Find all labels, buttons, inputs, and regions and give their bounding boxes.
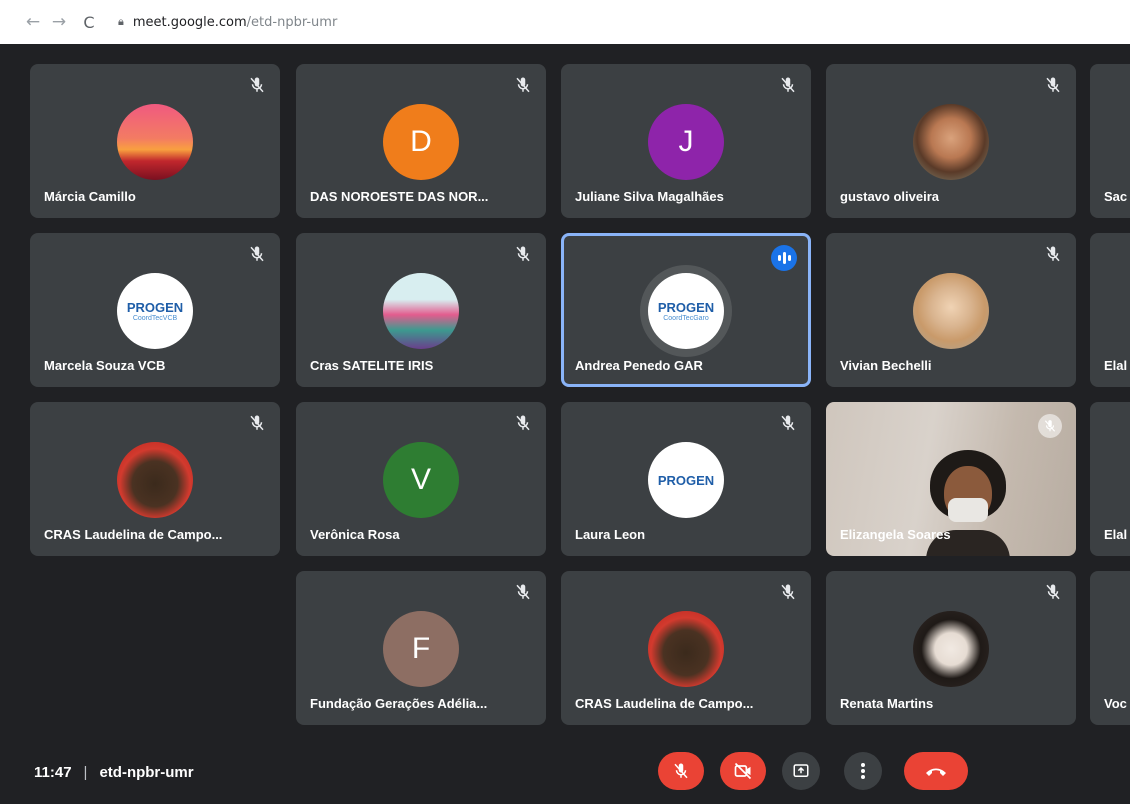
progen-logo: PROGEN bbox=[657, 300, 715, 315]
avatar: J bbox=[648, 104, 724, 180]
participant-tile[interactable]: gustavo oliveira bbox=[826, 64, 1076, 218]
avatar: PROGEN CoordTecGaro bbox=[648, 273, 724, 349]
avatar bbox=[913, 104, 989, 180]
participant-tile[interactable]: Márcia Camillo bbox=[30, 64, 280, 218]
progen-logo: PROGEN bbox=[657, 472, 715, 488]
participant-name: Juliane Silva Magalhães bbox=[575, 189, 724, 204]
avatar bbox=[117, 104, 193, 180]
avatar: D bbox=[383, 104, 459, 180]
avatar bbox=[913, 273, 989, 349]
address-bar[interactable]: 🔒︎ meet.google.com/etd-npbr-umr bbox=[118, 7, 1130, 37]
participant-name: Verônica Rosa bbox=[310, 527, 400, 542]
participant-tile[interactable]: Elal bbox=[1090, 402, 1130, 556]
mic-off-icon bbox=[516, 77, 530, 93]
present-now-button[interactable] bbox=[782, 752, 820, 790]
participant-name: CRAS Laudelina de Campo... bbox=[575, 696, 754, 711]
avatar bbox=[648, 611, 724, 687]
participant-name: Laura Leon bbox=[575, 527, 646, 542]
camera-toggle-button[interactable] bbox=[720, 752, 766, 790]
mic-off-icon bbox=[516, 584, 530, 600]
reload-icon[interactable]: C bbox=[76, 9, 102, 35]
camera-off-icon bbox=[734, 762, 752, 780]
browser-toolbar: ← → C 🔒︎ meet.google.com/etd-npbr-umr bbox=[0, 0, 1130, 44]
participant-tile[interactable]: J Juliane Silva Magalhães bbox=[561, 64, 811, 218]
participant-tile[interactable]: Renata Martins bbox=[826, 571, 1076, 725]
participant-name: Marcela Souza VCB bbox=[44, 358, 166, 373]
participant-name: Fundação Gerações Adélia... bbox=[310, 696, 488, 711]
mic-off-icon bbox=[1046, 584, 1060, 600]
avatar-letter: V bbox=[410, 463, 431, 496]
mic-off-icon bbox=[516, 415, 530, 431]
end-call-icon bbox=[926, 768, 946, 776]
participant-tile-active-speaker[interactable]: PROGEN CoordTecGaro Andrea Penedo GAR bbox=[561, 233, 811, 387]
progen-logo: PROGEN bbox=[126, 300, 184, 315]
separator: | bbox=[83, 763, 88, 781]
url-path: /etd-npbr-umr bbox=[246, 14, 338, 30]
mic-off-icon bbox=[250, 246, 264, 262]
participant-tile[interactable]: CRAS Laudelina de Campo... bbox=[30, 402, 280, 556]
forward-arrow-icon[interactable]: → bbox=[46, 9, 72, 35]
mic-off-icon bbox=[516, 246, 530, 262]
participant-tile[interactable]: Elal bbox=[1090, 233, 1130, 387]
participant-name: DAS NOROESTE DAS NOR... bbox=[310, 189, 489, 204]
participant-name: gustavo oliveira bbox=[840, 189, 939, 204]
participant-name: Cras SATELITE IRIS bbox=[310, 358, 434, 373]
participant-name: CRAS Laudelina de Campo... bbox=[44, 527, 223, 542]
mic-off-icon bbox=[781, 77, 795, 93]
participant-tile[interactable]: V Verônica Rosa bbox=[296, 402, 546, 556]
more-options-button[interactable] bbox=[844, 752, 882, 790]
participant-name: Elal bbox=[1104, 358, 1128, 373]
avatar: V bbox=[383, 442, 459, 518]
meeting-info: 11:47 | etd-npbr-umr bbox=[34, 764, 194, 781]
participant-tile[interactable]: PROGEN CoordTecVCB Marcela Souza VCB bbox=[30, 233, 280, 387]
leave-call-button[interactable] bbox=[904, 752, 968, 790]
more-options-icon bbox=[861, 763, 865, 779]
participant-name: Sac bbox=[1104, 189, 1128, 204]
avatar: PROGEN bbox=[648, 442, 724, 518]
avatar: F bbox=[383, 611, 459, 687]
mic-off-icon bbox=[674, 763, 688, 779]
avatar: PROGEN CoordTecVCB bbox=[117, 273, 193, 349]
participant-tile[interactable]: Vivian Bechelli bbox=[826, 233, 1076, 387]
participant-tile[interactable]: Voc bbox=[1090, 571, 1130, 725]
participant-tile[interactable]: D DAS NOROESTE DAS NOR... bbox=[296, 64, 546, 218]
progen-logo-subtitle: CoordTecVCB bbox=[132, 315, 178, 322]
participant-tile[interactable]: CRAS Laudelina de Campo... bbox=[561, 571, 811, 725]
participant-tile[interactable]: F Fundação Gerações Adélia... bbox=[296, 571, 546, 725]
participant-name: Vivian Bechelli bbox=[840, 358, 932, 373]
avatar-letter: J bbox=[678, 125, 694, 158]
participant-video-tile[interactable]: Elizangela Soares bbox=[826, 402, 1076, 556]
back-arrow-icon[interactable]: ← bbox=[20, 9, 46, 35]
mic-off-icon bbox=[250, 77, 264, 93]
mic-off-icon bbox=[781, 415, 795, 431]
participant-name: Renata Martins bbox=[840, 696, 934, 711]
present-screen-icon bbox=[793, 764, 809, 777]
url-host: meet.google.com bbox=[132, 14, 247, 30]
participant-name: Elizangela Soares bbox=[840, 527, 951, 542]
participant-tile[interactable]: Sac bbox=[1090, 64, 1130, 218]
mic-toggle-button[interactable] bbox=[658, 752, 704, 790]
mic-off-icon bbox=[1046, 246, 1060, 262]
clock-time: 11:47 bbox=[34, 763, 72, 781]
avatar bbox=[383, 273, 459, 349]
participant-name: Márcia Camillo bbox=[44, 189, 136, 204]
participant-name: Elal bbox=[1104, 527, 1128, 542]
meeting-code: etd-npbr-umr bbox=[99, 763, 194, 781]
mic-off-icon bbox=[1046, 77, 1060, 93]
avatar-letter: F bbox=[411, 632, 431, 665]
mic-off-icon bbox=[250, 415, 264, 431]
avatar bbox=[913, 611, 989, 687]
participant-name: Voc bbox=[1104, 696, 1127, 711]
avatar-letter: D bbox=[410, 125, 432, 158]
mic-off-icon bbox=[781, 584, 795, 600]
mic-off-icon bbox=[1038, 414, 1062, 438]
participant-tile[interactable]: Cras SATELITE IRIS bbox=[296, 233, 546, 387]
participant-tile[interactable]: PROGEN Laura Leon bbox=[561, 402, 811, 556]
avatar bbox=[117, 442, 193, 518]
speaking-indicator-icon bbox=[771, 245, 797, 271]
progen-logo-subtitle: CoordTecGaro bbox=[663, 315, 709, 322]
participant-name: Andrea Penedo GAR bbox=[575, 358, 703, 373]
lock-icon: 🔒︎ bbox=[118, 15, 124, 28]
